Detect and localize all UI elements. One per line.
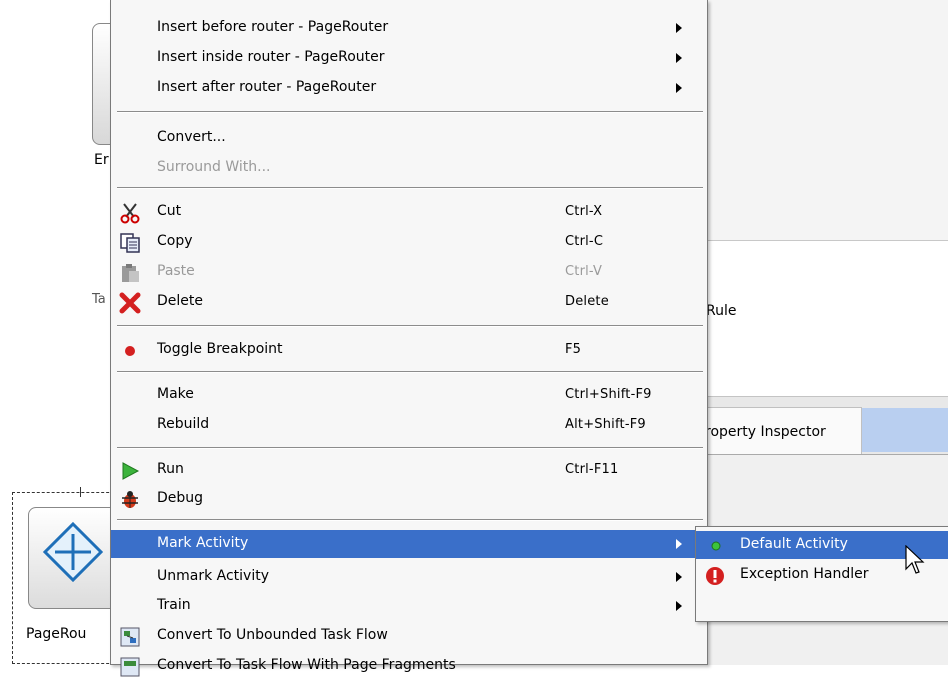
menu-item-rebuild[interactable]: Rebuild Alt+Shift-F9 [111, 411, 707, 439]
submenu-arrow-icon [676, 601, 682, 611]
menu-item-label: Exception Handler [740, 566, 869, 582]
tab-strip-highlight [860, 408, 948, 452]
menu-item-surround-with[interactable]: Surround With... [111, 154, 707, 182]
bug-icon [122, 491, 138, 508]
submenu-arrow-icon [676, 572, 682, 582]
menu-item-convert[interactable]: Convert... [111, 124, 707, 152]
menu-separator [117, 111, 703, 113]
menu-item-label: Delete [157, 293, 203, 309]
menu-item-label: Convert... [157, 129, 226, 145]
menu-item-run[interactable]: Run Ctrl-F11 [111, 456, 707, 484]
menu-item-label: Convert To Task Flow With Page Fragments [157, 657, 456, 673]
rule-label: Rule [706, 303, 737, 319]
menu-item-insert-before[interactable]: Insert before router - PageRouter [111, 14, 707, 42]
menu-separator [117, 187, 703, 189]
menu-item-label: Train [157, 597, 191, 613]
menu-item-shortcut: Ctrl+Shift-F9 [565, 387, 652, 402]
menu-item-shortcut: Ctrl-X [565, 204, 603, 219]
menu-separator [117, 519, 703, 521]
menu-item-copy[interactable]: Copy Ctrl-C [111, 228, 707, 256]
menu-item-shortcut: Delete [565, 294, 609, 309]
menu-item-label: Copy [157, 233, 193, 249]
menu-separator [117, 447, 703, 449]
menu-item-debug[interactable]: Debug [111, 485, 707, 513]
breakpoint-icon [125, 346, 135, 356]
scissors-icon [120, 203, 140, 224]
router-icon [43, 522, 103, 582]
menu-item-label: Run [157, 461, 184, 477]
menu-item-toggle-breakpoint[interactable]: Toggle Breakpoint F5 [111, 336, 707, 364]
page-fragment-icon [120, 657, 140, 677]
menu-item-make[interactable]: Make Ctrl+Shift-F9 [111, 381, 707, 409]
task-flow-icon [120, 627, 140, 647]
menu-item-label: Default Activity [740, 536, 848, 552]
menu-item-unmark-activity[interactable]: Unmark Activity [111, 563, 707, 591]
menu-item-label: Toggle Breakpoint [157, 341, 283, 357]
menu-item-label: Insert after router - PageRouter [157, 79, 377, 95]
menu-item-shortcut: F5 [565, 342, 582, 357]
submenu-arrow-icon [676, 83, 682, 93]
menu-item-label: Surround With... [157, 159, 271, 175]
menu-item-label: Mark Activity [157, 535, 249, 551]
menu-item-label: Paste [157, 263, 195, 279]
submenu-arrow-icon [676, 53, 682, 63]
exception-warning-icon [706, 567, 724, 585]
menu-item-train[interactable]: Train [111, 592, 707, 620]
submenu-arrow-icon [676, 23, 682, 33]
default-activity-dot-icon [711, 541, 721, 551]
menu-item-insert-inside[interactable]: Insert inside router - PageRouter [111, 44, 707, 72]
structure-panel [700, 245, 948, 395]
menu-item-shortcut: Ctrl-V [565, 264, 603, 279]
menu-item-convert-page-fragments[interactable]: Convert To Task Flow With Page Fragments [111, 652, 707, 680]
run-triangle-icon [122, 462, 140, 480]
delete-x-icon [119, 292, 141, 314]
menu-item-cut[interactable]: Cut Ctrl-X [111, 198, 707, 226]
menu-item-label: Insert before router - PageRouter [157, 19, 389, 35]
menu-item-label: Convert To Unbounded Task Flow [157, 627, 388, 643]
menu-separator [117, 325, 703, 327]
menu-item-label: Unmark Activity [157, 568, 270, 584]
paste-icon [122, 264, 139, 282]
menu-item-insert-after[interactable]: Insert after router - PageRouter [111, 74, 707, 102]
tab-property-inspector-label: roperty Inspector [705, 424, 826, 440]
mouse-pointer-icon [905, 545, 925, 574]
context-menu: Insert before router - PageRouter Insert… [110, 0, 708, 677]
panel-divider [700, 240, 948, 241]
activity-label-ta: Ta [92, 292, 106, 307]
menu-item-label: Make [157, 386, 194, 402]
menu-item-label: Insert inside router - PageRouter [157, 49, 385, 65]
menu-item-shortcut: Ctrl-F11 [565, 462, 619, 477]
page-router-label: PageRou [26, 626, 87, 642]
menu-item-label: Debug [157, 490, 204, 506]
menu-item-shortcut: Alt+Shift-F9 [565, 417, 646, 432]
editor-region [700, 0, 948, 240]
menu-item-paste[interactable]: Paste Ctrl-V [111, 258, 707, 286]
menu-item-mark-activity[interactable]: Mark Activity [111, 530, 707, 558]
menu-item-convert-unbounded[interactable]: Convert To Unbounded Task Flow [111, 622, 707, 650]
menu-item-shortcut: Ctrl-C [565, 234, 604, 249]
tab-property-inspector[interactable]: roperty Inspector [700, 407, 862, 455]
menu-item-delete[interactable]: Delete Delete [111, 288, 707, 316]
copy-icon [120, 233, 140, 253]
menu-item-label: Rebuild [157, 416, 210, 432]
menu-separator [117, 371, 703, 373]
submenu-arrow-icon [676, 539, 682, 549]
menu-item-label: Cut [157, 203, 182, 219]
page-router-node[interactable] [28, 507, 120, 609]
activity-node-label: Er [94, 152, 109, 168]
